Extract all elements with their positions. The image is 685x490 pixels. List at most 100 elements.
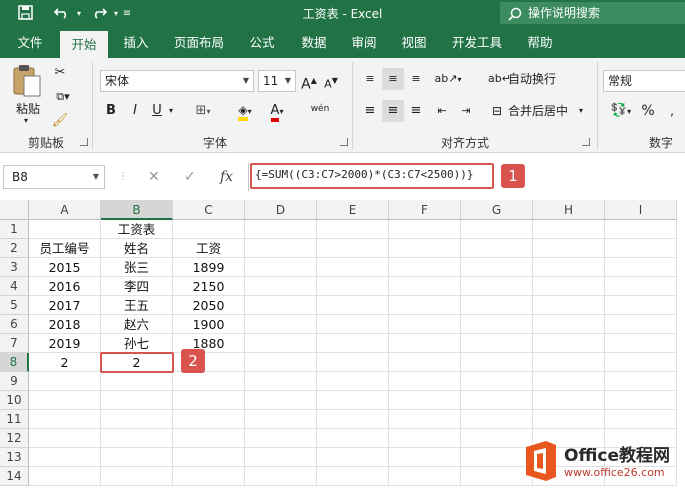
cell-b11[interactable]: [101, 410, 173, 429]
cell-b12[interactable]: [101, 429, 173, 448]
cell-g3[interactable]: [461, 258, 533, 277]
cell-b14[interactable]: [101, 467, 173, 486]
align-middle-icon[interactable]: ≡: [382, 68, 404, 90]
tab-help[interactable]: 帮助: [518, 28, 562, 58]
font-color-icon[interactable]: A▾: [264, 100, 290, 122]
cell-d8[interactable]: [245, 353, 317, 372]
row-header-14[interactable]: 14: [0, 467, 29, 486]
cell-a12[interactable]: [29, 429, 101, 448]
cell-h5[interactable]: [533, 296, 605, 315]
row-header-13[interactable]: 13: [0, 448, 29, 467]
column-header-a[interactable]: A: [29, 200, 101, 220]
cell-i8[interactable]: [605, 353, 677, 372]
cell-e4[interactable]: [317, 277, 389, 296]
cell-d14[interactable]: [245, 467, 317, 486]
cell-c1[interactable]: [173, 220, 245, 239]
cell-d12[interactable]: [245, 429, 317, 448]
percent-button[interactable]: %: [640, 100, 656, 122]
phonetic-icon[interactable]: wén: [306, 98, 334, 120]
insert-function-icon[interactable]: fx: [220, 167, 233, 187]
cell-e9[interactable]: [317, 372, 389, 391]
cancel-icon[interactable]: ✕: [148, 167, 160, 187]
select-all-corner[interactable]: [0, 200, 29, 220]
row-header-3[interactable]: 3: [0, 258, 29, 277]
cell-b6[interactable]: 赵六: [101, 315, 173, 334]
cell-b5[interactable]: 王五: [101, 296, 173, 315]
align-left-icon[interactable]: ≡: [360, 100, 380, 122]
cell-i4[interactable]: [605, 277, 677, 296]
row-header-4[interactable]: 4: [0, 277, 29, 296]
cell-d2[interactable]: [245, 239, 317, 258]
cell-e13[interactable]: [317, 448, 389, 467]
cell-a2[interactable]: 员工编号: [29, 239, 101, 258]
alignment-launcher-icon[interactable]: [582, 138, 590, 146]
cell-c13[interactable]: [173, 448, 245, 467]
cell-i10[interactable]: [605, 391, 677, 410]
row-header-6[interactable]: 6: [0, 315, 29, 334]
merge-dropdown-icon[interactable]: ▾: [576, 100, 586, 122]
cell-h2[interactable]: [533, 239, 605, 258]
cell-a14[interactable]: [29, 467, 101, 486]
cell-e3[interactable]: [317, 258, 389, 277]
orientation-icon[interactable]: ab↗▾: [434, 68, 462, 90]
cell-c3[interactable]: 1899: [173, 258, 245, 277]
font-launcher-icon[interactable]: [340, 138, 348, 146]
cell-f11[interactable]: [389, 410, 461, 429]
cell-a4[interactable]: 2016: [29, 277, 101, 296]
cell-f3[interactable]: [389, 258, 461, 277]
cell-a3[interactable]: 2015: [29, 258, 101, 277]
cell-a11[interactable]: [29, 410, 101, 429]
copy-icon[interactable]: ⧉▾: [50, 86, 76, 108]
cell-c12[interactable]: [173, 429, 245, 448]
cell-g8[interactable]: [461, 353, 533, 372]
cell-i11[interactable]: [605, 410, 677, 429]
align-bottom-icon[interactable]: ≡: [406, 68, 426, 90]
cell-b13[interactable]: [101, 448, 173, 467]
tab-file[interactable]: 文件: [8, 28, 52, 58]
cell-e10[interactable]: [317, 391, 389, 410]
cell-a5[interactable]: 2017: [29, 296, 101, 315]
cell-h6[interactable]: [533, 315, 605, 334]
customize-icon[interactable]: ≡: [120, 5, 134, 23]
font-size-select[interactable]: 11 ▼: [258, 70, 296, 92]
undo-dropdown-icon[interactable]: ▾: [74, 5, 84, 23]
cell-b7[interactable]: 孙七: [101, 334, 173, 353]
shrink-font-button[interactable]: A▼: [322, 70, 340, 92]
cell-f14[interactable]: [389, 467, 461, 486]
tab-page-layout[interactable]: 页面布局: [168, 28, 230, 58]
cell-f13[interactable]: [389, 448, 461, 467]
cell-d1[interactable]: [245, 220, 317, 239]
row-header-12[interactable]: 12: [0, 429, 29, 448]
column-header-d[interactable]: D: [245, 200, 317, 220]
cell-h4[interactable]: [533, 277, 605, 296]
cell-c10[interactable]: [173, 391, 245, 410]
font-name-select[interactable]: 宋体 ▼: [100, 70, 254, 92]
merge-center-button[interactable]: 合并后居中: [508, 100, 568, 122]
cell-i5[interactable]: [605, 296, 677, 315]
align-right-icon[interactable]: ≡: [406, 100, 426, 122]
cell-f2[interactable]: [389, 239, 461, 258]
cut-icon[interactable]: ✂: [50, 62, 70, 84]
cell-i9[interactable]: [605, 372, 677, 391]
tab-formulas[interactable]: 公式: [240, 28, 284, 58]
cell-g6[interactable]: [461, 315, 533, 334]
cell-d13[interactable]: [245, 448, 317, 467]
cell-d9[interactable]: [245, 372, 317, 391]
cell-g2[interactable]: [461, 239, 533, 258]
cell-a1[interactable]: [29, 220, 101, 239]
cell-f12[interactable]: [389, 429, 461, 448]
column-header-g[interactable]: G: [461, 200, 533, 220]
cell-e14[interactable]: [317, 467, 389, 486]
cell-d5[interactable]: [245, 296, 317, 315]
cell-i6[interactable]: [605, 315, 677, 334]
cell-g11[interactable]: [461, 410, 533, 429]
cell-f6[interactable]: [389, 315, 461, 334]
decrease-indent-icon[interactable]: ⇤: [432, 100, 452, 122]
cell-g5[interactable]: [461, 296, 533, 315]
cell-f7[interactable]: [389, 334, 461, 353]
cell-a9[interactable]: [29, 372, 101, 391]
wrap-text-button[interactable]: 自动换行: [508, 68, 556, 90]
cell-e2[interactable]: [317, 239, 389, 258]
cell-c9[interactable]: [173, 372, 245, 391]
cell-f1[interactable]: [389, 220, 461, 239]
